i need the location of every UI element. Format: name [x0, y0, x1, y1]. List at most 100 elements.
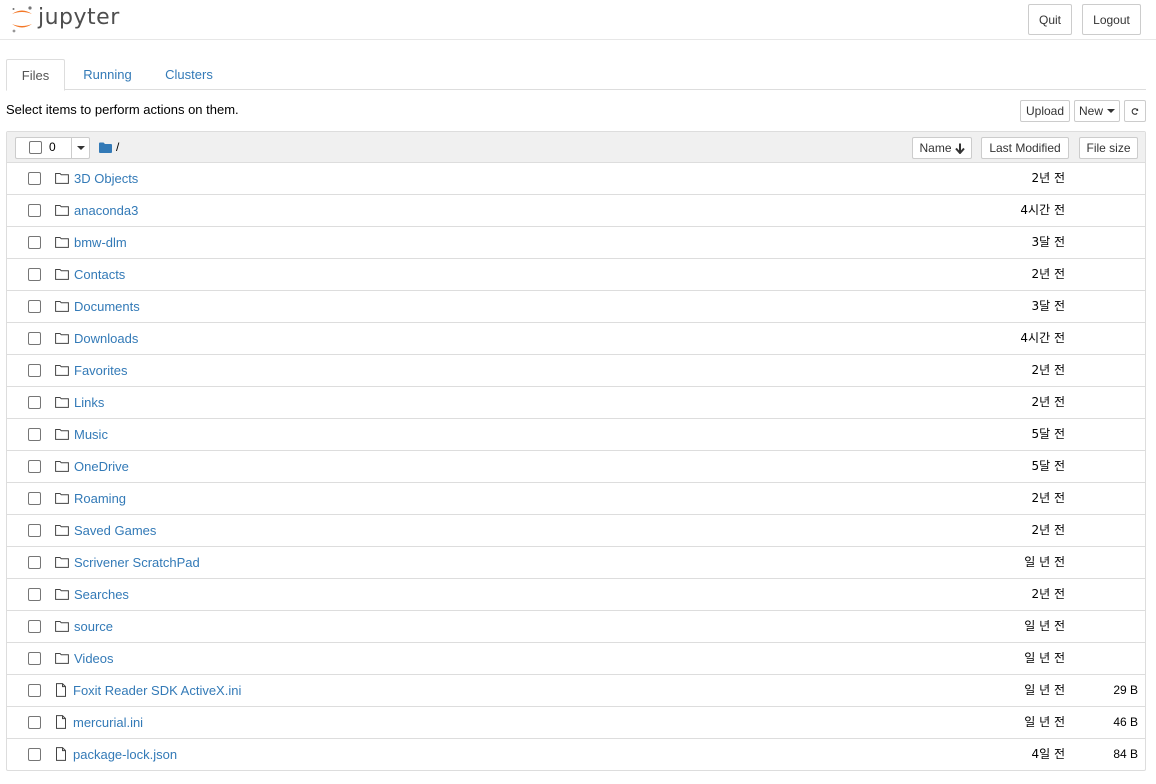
- item-checkbox[interactable]: [28, 172, 41, 185]
- upload-button[interactable]: Upload: [1020, 100, 1070, 122]
- item-name-link[interactable]: OneDrive: [74, 458, 129, 475]
- list-item[interactable]: anaconda3 4시간 전: [7, 195, 1145, 227]
- item-last-modified: 2년 전: [1031, 171, 1065, 185]
- item-last-modified: 2년 전: [1031, 523, 1065, 537]
- item-checkbox[interactable]: [28, 524, 41, 537]
- refresh-button[interactable]: [1124, 100, 1146, 122]
- new-dropdown-button[interactable]: New: [1074, 100, 1120, 122]
- item-checkbox[interactable]: [28, 460, 41, 473]
- item-last-modified: 2년 전: [1031, 491, 1065, 505]
- item-checkbox[interactable]: [28, 332, 41, 345]
- item-checkbox[interactable]: [28, 428, 41, 441]
- list-item[interactable]: OneDrive 5달 전: [7, 451, 1145, 483]
- tab-running[interactable]: Running: [71, 59, 144, 90]
- sort-by-last-modified-button[interactable]: Last Modified: [981, 137, 1069, 159]
- item-name-link[interactable]: bmw-dlm: [74, 234, 127, 251]
- tab-files[interactable]: Files: [6, 59, 65, 91]
- folder-icon: [55, 395, 69, 409]
- select-all-checkbox[interactable]: [29, 141, 42, 154]
- item-last-modified: 3달 전: [1031, 235, 1065, 249]
- list-item[interactable]: package-lock.json 4일 전 84 B: [7, 739, 1145, 771]
- folder-icon: [55, 235, 69, 249]
- file-list: 0 / Name Last Modified File size 3D Obje…: [6, 131, 1146, 771]
- item-file-size: 46 B: [1113, 715, 1138, 729]
- list-item[interactable]: Documents 3달 전: [7, 291, 1145, 323]
- folder-icon: [55, 203, 69, 217]
- select-dropdown-button[interactable]: [72, 138, 89, 158]
- item-checkbox[interactable]: [28, 300, 41, 313]
- item-checkbox[interactable]: [28, 204, 41, 217]
- list-item[interactable]: source 일 년 전: [7, 611, 1145, 643]
- item-checkbox[interactable]: [28, 268, 41, 281]
- list-item[interactable]: Contacts 2년 전: [7, 259, 1145, 291]
- item-checkbox[interactable]: [28, 652, 41, 665]
- list-item[interactable]: Downloads 4시간 전: [7, 323, 1145, 355]
- item-name-link[interactable]: Downloads: [74, 330, 138, 347]
- list-item[interactable]: Searches 2년 전: [7, 579, 1145, 611]
- list-item[interactable]: Foxit Reader SDK ActiveX.ini 일 년 전 29 B: [7, 675, 1145, 707]
- list-item[interactable]: Scrivener ScratchPad 일 년 전: [7, 547, 1145, 579]
- item-name-link[interactable]: Scrivener ScratchPad: [74, 554, 200, 571]
- item-last-modified: 4시간 전: [1020, 331, 1065, 345]
- folder-icon: [55, 555, 69, 569]
- item-checkbox[interactable]: [28, 364, 41, 377]
- item-name-link[interactable]: Saved Games: [74, 522, 156, 539]
- item-checkbox[interactable]: [28, 684, 41, 697]
- list-item[interactable]: Roaming 2년 전: [7, 483, 1145, 515]
- item-name-link[interactable]: Videos: [74, 650, 114, 667]
- list-item[interactable]: Music 5달 전: [7, 419, 1145, 451]
- item-checkbox[interactable]: [28, 620, 41, 633]
- item-name-link[interactable]: mercurial.ini: [73, 714, 143, 731]
- quit-button[interactable]: Quit: [1028, 4, 1072, 35]
- breadcrumb-root[interactable]: /: [116, 140, 119, 154]
- item-checkbox[interactable]: [28, 492, 41, 505]
- list-item[interactable]: 3D Objects 2년 전: [7, 163, 1145, 195]
- list-item[interactable]: Videos 일 년 전: [7, 643, 1145, 675]
- item-checkbox[interactable]: [28, 396, 41, 409]
- select-all[interactable]: 0: [16, 138, 72, 158]
- item-name-link[interactable]: Links: [74, 394, 104, 411]
- item-last-modified: 3달 전: [1031, 299, 1065, 313]
- list-item[interactable]: mercurial.ini 일 년 전 46 B: [7, 707, 1145, 739]
- item-last-modified: 2년 전: [1031, 395, 1065, 409]
- item-name-link[interactable]: Roaming: [74, 490, 126, 507]
- item-name-link[interactable]: package-lock.json: [73, 746, 177, 763]
- list-item[interactable]: Links 2년 전: [7, 387, 1145, 419]
- item-last-modified: 4일 전: [1031, 747, 1065, 761]
- caret-down-icon: [76, 146, 85, 150]
- item-last-modified: 2년 전: [1031, 363, 1065, 377]
- item-name-link[interactable]: Documents: [74, 298, 140, 315]
- list-header: 0 / Name Last Modified File size: [7, 132, 1145, 163]
- item-last-modified: 5달 전: [1031, 459, 1065, 473]
- sort-by-file-size-button[interactable]: File size: [1079, 137, 1138, 159]
- jupyter-logo[interactable]: jupyter: [10, 4, 120, 34]
- item-name-link[interactable]: source: [74, 618, 113, 635]
- item-name-link[interactable]: Music: [74, 426, 108, 443]
- selected-count: 0: [49, 140, 56, 154]
- sort-by-name-button[interactable]: Name: [912, 137, 972, 159]
- item-checkbox[interactable]: [28, 716, 41, 729]
- item-name-link[interactable]: 3D Objects: [74, 170, 138, 187]
- instructions-text: Select items to perform actions on them.: [6, 102, 239, 117]
- new-label: New: [1079, 104, 1104, 118]
- logout-button[interactable]: Logout: [1082, 4, 1141, 35]
- folder-icon: [55, 331, 69, 345]
- list-item[interactable]: Favorites 2년 전: [7, 355, 1145, 387]
- folder-icon[interactable]: [99, 142, 112, 153]
- item-name-link[interactable]: Foxit Reader SDK ActiveX.ini: [73, 682, 241, 699]
- item-name-link[interactable]: Favorites: [74, 362, 127, 379]
- folder-icon: [55, 651, 69, 665]
- item-name-link[interactable]: anaconda3: [74, 202, 138, 219]
- item-file-size: 29 B: [1113, 683, 1138, 697]
- item-name-link[interactable]: Contacts: [74, 266, 125, 283]
- item-last-modified: 일 년 전: [1024, 715, 1065, 729]
- item-checkbox[interactable]: [28, 588, 41, 601]
- item-checkbox[interactable]: [28, 748, 41, 761]
- item-checkbox[interactable]: [28, 556, 41, 569]
- item-name-link[interactable]: Searches: [74, 586, 129, 603]
- list-item[interactable]: bmw-dlm 3달 전: [7, 227, 1145, 259]
- select-all-group: 0: [15, 137, 90, 159]
- item-checkbox[interactable]: [28, 236, 41, 249]
- list-item[interactable]: Saved Games 2년 전: [7, 515, 1145, 547]
- tab-clusters[interactable]: Clusters: [153, 59, 225, 90]
